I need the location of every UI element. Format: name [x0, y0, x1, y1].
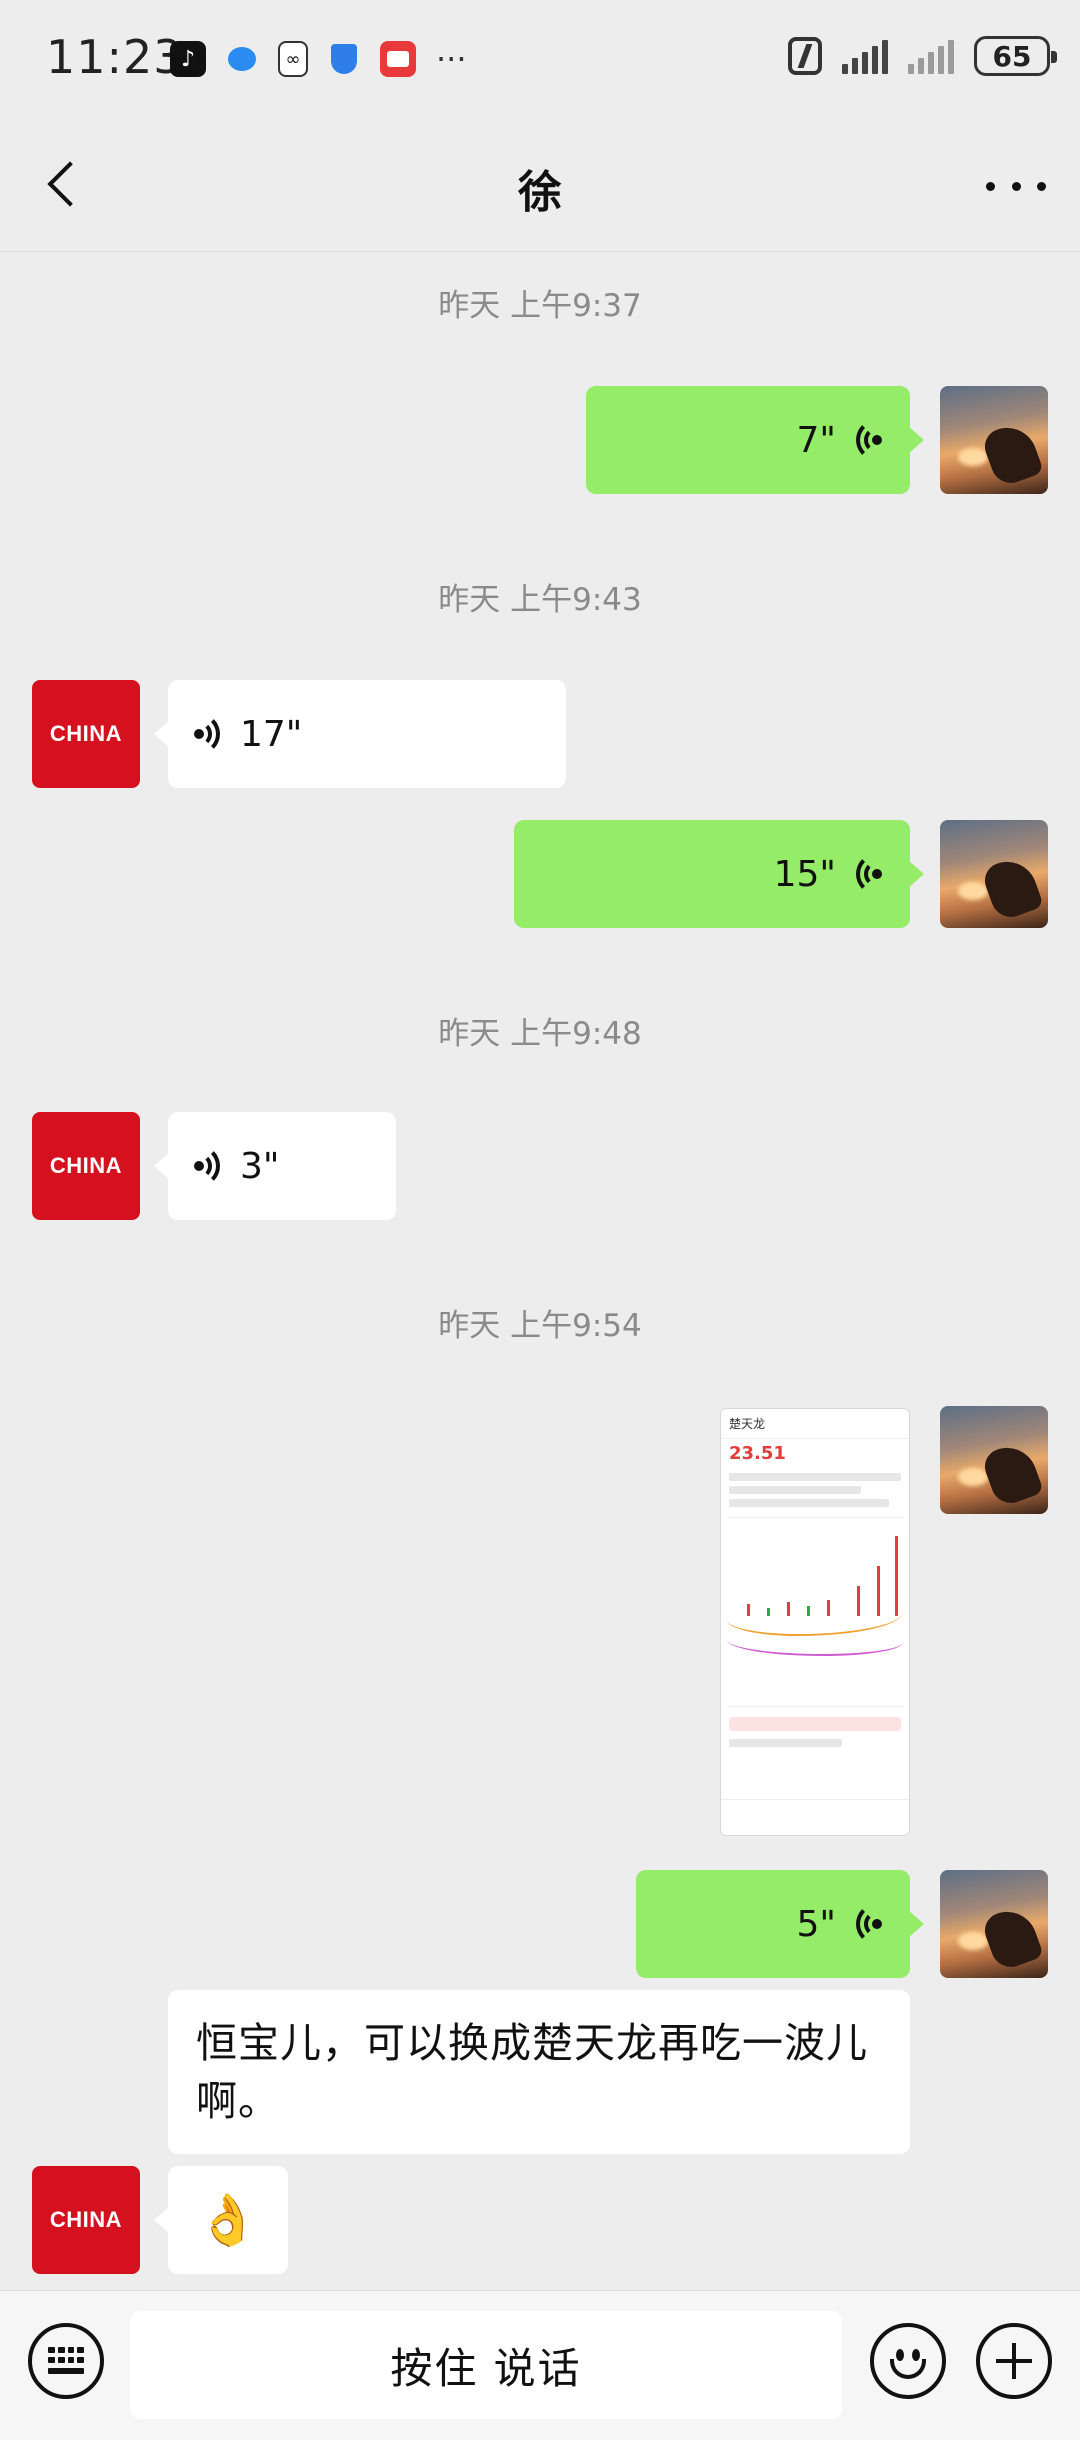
- contact-avatar-label: CHINA: [49, 721, 123, 746]
- red-app-icon: [380, 41, 416, 77]
- plus-icon[interactable]: [976, 2323, 1052, 2399]
- ok-hand-emoji: 👌: [196, 2190, 260, 2249]
- voice-duration: 15": [773, 853, 836, 895]
- timestamp: 昨天 上午9:48: [438, 1016, 642, 1052]
- voice-message-self[interactable]: 5": [636, 1870, 924, 1978]
- timestamp: 昨天 上午9:37: [438, 288, 642, 324]
- battery-icon: 65: [974, 36, 1057, 76]
- voice-duration: 7": [796, 419, 836, 461]
- voice-duration: 17": [240, 713, 303, 755]
- more-options-icon[interactable]: [986, 166, 1046, 206]
- hold-to-talk-button[interactable]: 按住 说话: [130, 2311, 842, 2419]
- emoji-icon[interactable]: [870, 2323, 946, 2399]
- self-avatar[interactable]: [940, 386, 1048, 494]
- contact-avatar[interactable]: CHINA: [32, 1112, 140, 1220]
- voice-wave-icon: [850, 1903, 884, 1945]
- notification-icons: ♪ ∞ ···: [170, 40, 467, 78]
- voice-duration: 5": [796, 1903, 836, 1945]
- self-avatar[interactable]: [940, 820, 1048, 928]
- text-message-other[interactable]: 恒宝儿，可以换成楚天龙再吃一波儿啊。: [168, 1990, 910, 2154]
- status-bar: 11:23 ♪ ∞ ··· 65: [0, 0, 1080, 120]
- emoji-message-other[interactable]: 👌: [154, 2166, 288, 2274]
- timestamp: 昨天 上午9:54: [438, 1308, 642, 1344]
- chat-title: 徐: [518, 167, 562, 218]
- link-icon: ∞: [278, 41, 308, 77]
- signal-icon: [842, 38, 888, 74]
- shield-icon: [326, 41, 362, 77]
- contact-avatar[interactable]: CHINA: [32, 680, 140, 788]
- nfc-icon: [788, 37, 822, 75]
- voice-message-other[interactable]: 17": [154, 680, 566, 788]
- signal-secondary-icon: [908, 38, 954, 74]
- self-avatar[interactable]: [940, 1406, 1048, 1514]
- chat-screen: 11:23 ♪ ∞ ··· 65 徐 昨天 上午9:37 7" 昨天 上午9:4…: [0, 0, 1080, 2440]
- contact-avatar-label: CHINA: [49, 2207, 123, 2232]
- timestamp: 昨天 上午9:43: [438, 582, 642, 618]
- voice-duration: 3": [240, 1145, 280, 1187]
- image-stock-name: 楚天龙: [721, 1409, 909, 1439]
- contact-avatar-label: CHINA: [49, 1153, 123, 1178]
- tiktok-icon: ♪: [170, 41, 206, 77]
- image-stock-chart: [727, 1517, 903, 1707]
- voice-wave-icon: [850, 853, 884, 895]
- input-bar: 按住 说话: [0, 2290, 1080, 2440]
- self-avatar[interactable]: [940, 1870, 1048, 1978]
- voice-wave-icon: [192, 713, 226, 755]
- image-message[interactable]: 楚天龙 23.51: [720, 1408, 910, 1836]
- voice-wave-icon: [850, 419, 884, 461]
- voice-message-self[interactable]: 7": [586, 386, 924, 494]
- chat-header: 徐: [0, 120, 1080, 252]
- status-time: 11:23: [46, 30, 184, 84]
- more-notifications-icon: ···: [436, 40, 467, 78]
- voice-message-other[interactable]: 3": [154, 1112, 396, 1220]
- image-stock-price: 23.51: [729, 1443, 786, 1464]
- system-icons: 65: [788, 36, 1057, 76]
- voice-message-self[interactable]: 15": [514, 820, 924, 928]
- voice-wave-icon: [192, 1145, 226, 1187]
- message-bubble-icon: [224, 41, 260, 77]
- contact-avatar[interactable]: CHINA: [32, 2166, 140, 2274]
- keyboard-icon[interactable]: [28, 2323, 104, 2399]
